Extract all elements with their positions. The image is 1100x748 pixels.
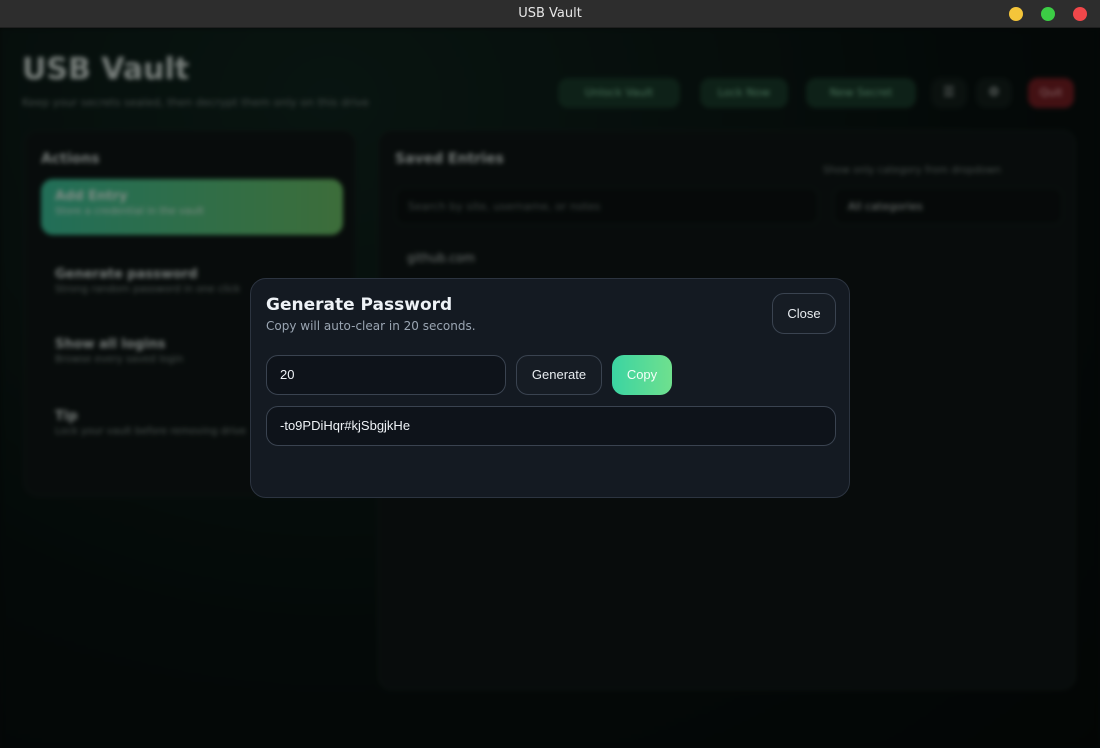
generate-password-dialog: Generate Password Copy will auto-clear i… — [250, 278, 850, 498]
password-length-input[interactable]: 20 — [266, 355, 506, 395]
generate-button[interactable]: Generate — [516, 355, 602, 395]
dialog-title: Generate Password — [266, 295, 453, 315]
copy-button[interactable]: Copy — [612, 355, 672, 395]
maximize-button[interactable] — [1041, 7, 1055, 21]
title-bar: USB Vault — [0, 0, 1100, 28]
dialog-subtitle: Copy will auto-clear in 20 seconds. — [266, 319, 476, 333]
generated-password-field[interactable]: -to9PDiHqr#kjSbgjkHe — [266, 406, 836, 446]
close-window-button[interactable] — [1073, 7, 1087, 21]
close-button[interactable]: Close — [772, 293, 836, 334]
minimize-button[interactable] — [1009, 7, 1023, 21]
app-window: USB Vault USB Vault Keep your secrets se… — [0, 0, 1100, 748]
window-title: USB Vault — [518, 6, 582, 21]
